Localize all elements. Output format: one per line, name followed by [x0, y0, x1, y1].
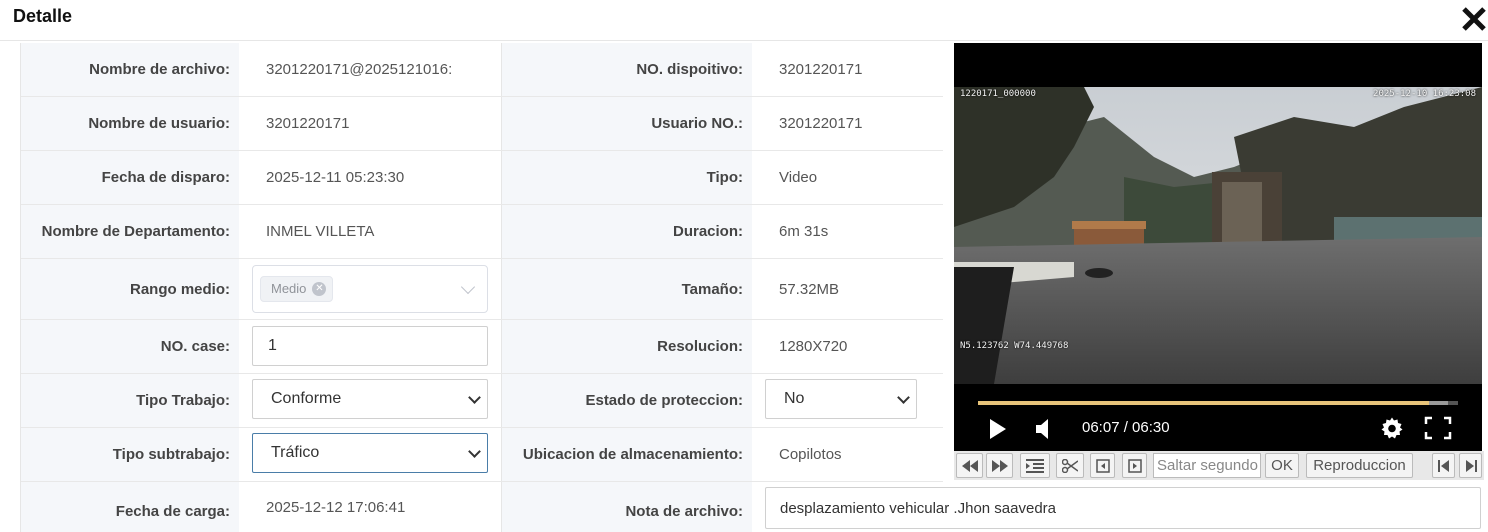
- video-player[interactable]: 1220171_000000 2025-12-10 16:23:08 N5.12…: [954, 43, 1482, 451]
- tamano-label: Tamaño:: [501, 259, 752, 319]
- player-toolbar: Saltar segundo OK Reproduccion: [954, 451, 1484, 480]
- medio-tag: Medio ✕: [260, 276, 334, 302]
- tag-remove-icon[interactable]: ✕: [312, 282, 327, 296]
- fecha-disparo-label: Fecha de disparo:: [21, 151, 239, 204]
- duracion-value: 6m 31s: [752, 205, 943, 258]
- skip-start-icon: [1437, 459, 1449, 472]
- seek-seconds-input[interactable]: Saltar segundo: [1153, 453, 1261, 478]
- nota-archivo-input[interactable]: desplazamiento vehicular .Jhon saavedra: [765, 487, 1481, 529]
- nombre-usuario-value: 3201220171: [239, 97, 501, 150]
- tipo-label: Tipo:: [501, 151, 752, 204]
- detail-row: Nombre de archivo: 3201220171@2025121016…: [21, 43, 943, 97]
- estado-proteccion-label: Estado de proteccion:: [501, 374, 752, 427]
- play-icon[interactable]: [988, 418, 1008, 440]
- detail-row: Fecha de disparo: 2025-12-11 05:23:30 Ti…: [21, 151, 943, 205]
- departamento-label: Nombre de Departamento:: [21, 205, 239, 258]
- no-case-value: 1: [268, 337, 277, 354]
- rewind-button[interactable]: [956, 453, 983, 478]
- indent-button[interactable]: [1020, 453, 1050, 478]
- rango-medio-select[interactable]: Medio ✕: [252, 265, 488, 313]
- fast-forward-button[interactable]: [986, 453, 1013, 478]
- estado-proteccion-value: No: [784, 390, 805, 407]
- indent-icon: [1026, 458, 1044, 473]
- usuario-no-value: 3201220171: [752, 97, 943, 150]
- rewind-icon: [961, 459, 978, 472]
- osd-gps: N5.123762 W74.449768: [960, 341, 1069, 351]
- fecha-disparo-value: 2025-12-11 05:23:30: [239, 151, 501, 204]
- next-frame-icon: [1127, 458, 1142, 473]
- skip-start-button[interactable]: [1432, 453, 1455, 478]
- estado-proteccion-select[interactable]: No: [765, 379, 917, 419]
- no-case-label: NO. case:: [21, 320, 239, 373]
- nombre-usuario-label: Nombre de usuario:: [21, 97, 239, 150]
- osd-camera-id: 1220171_000000: [960, 89, 1036, 99]
- nombre-archivo-label: Nombre de archivo:: [21, 43, 239, 96]
- resolucion-label: Resolucion:: [501, 320, 752, 373]
- detail-row: Nombre de usuario: 3201220171 Usuario NO…: [21, 97, 943, 151]
- playback-button[interactable]: Reproduccion: [1306, 453, 1413, 478]
- no-case-input[interactable]: 1: [252, 326, 488, 366]
- tipo-trabajo-label: Tipo Trabajo:: [21, 374, 239, 427]
- rango-medio-label: Rango medio:: [21, 259, 239, 319]
- tipo-trabajo-value: Conforme: [271, 390, 342, 407]
- skip-end-button[interactable]: [1459, 453, 1482, 478]
- detail-row: Nombre de Departamento: INMEL VILLETA Du…: [21, 205, 943, 259]
- no-dispositivo-value: 3201220171: [752, 43, 943, 96]
- nota-archivo-value: desplazamiento vehicular .Jhon saavedra: [780, 499, 1056, 517]
- volume-icon[interactable]: [1034, 418, 1054, 440]
- ok-button[interactable]: OK: [1265, 453, 1299, 478]
- dialog-header: Detalle: [0, 0, 1488, 41]
- video-frame[interactable]: 1220171_000000 2025-12-10 16:23:08 N5.12…: [954, 87, 1482, 384]
- prev-frame-button[interactable]: [1090, 453, 1115, 478]
- fecha-carga-label: Fecha de carga:: [21, 482, 239, 532]
- fast-forward-icon: [991, 459, 1008, 472]
- progress-buffered: [1429, 401, 1448, 405]
- chevron-down-icon: [468, 445, 481, 458]
- chevron-down-icon: [460, 279, 476, 295]
- ubicacion-label: Ubicacion de almacenamiento:: [501, 428, 752, 481]
- osd-timestamp: 2025-12-10 16:23:08: [1373, 89, 1476, 99]
- nombre-archivo-value: 3201220171@2025121016:: [239, 43, 501, 96]
- tipo-subtrabajo-select[interactable]: Tráfico: [252, 433, 488, 473]
- dialog-title: Detalle: [13, 6, 73, 26]
- tipo-subtrabajo-value: Tráfico: [271, 444, 320, 461]
- time-display: 06:07 / 06:30: [1082, 419, 1170, 436]
- tipo-value: Video: [752, 151, 943, 204]
- scissors-icon: [1062, 458, 1078, 473]
- nota-label: Nota de archivo:: [501, 482, 752, 532]
- duracion-label: Duracion:: [501, 205, 752, 258]
- tipo-subtrabajo-label: Tipo subtrabajo:: [21, 428, 239, 481]
- gear-icon[interactable]: [1380, 416, 1404, 440]
- next-frame-button[interactable]: [1122, 453, 1147, 478]
- departamento-value: INMEL VILLETA: [239, 205, 501, 258]
- no-dispositivo-label: NO. dispoitivo:: [501, 43, 752, 96]
- usuario-no-label: Usuario NO.:: [501, 97, 752, 150]
- resolucion-value: 1280X720: [752, 320, 943, 373]
- ubicacion-value: Copilotos: [752, 428, 943, 481]
- tipo-trabajo-select[interactable]: Conforme: [252, 379, 488, 419]
- prev-frame-icon: [1095, 458, 1110, 473]
- progress-fill: [978, 401, 1429, 405]
- progress-bar[interactable]: [978, 401, 1458, 405]
- close-icon[interactable]: [1459, 4, 1488, 34]
- clip-button[interactable]: [1056, 453, 1084, 478]
- medio-tag-label: Medio: [271, 281, 307, 296]
- skip-end-icon: [1465, 459, 1477, 472]
- fecha-carga-value: 2025-12-12 17:06:41: [239, 482, 501, 532]
- tamano-value: 57.32MB: [752, 259, 943, 319]
- fullscreen-icon[interactable]: [1424, 416, 1452, 440]
- chevron-down-icon: [468, 391, 481, 404]
- video-frame-image: [954, 87, 1482, 384]
- chevron-down-icon: [897, 391, 910, 404]
